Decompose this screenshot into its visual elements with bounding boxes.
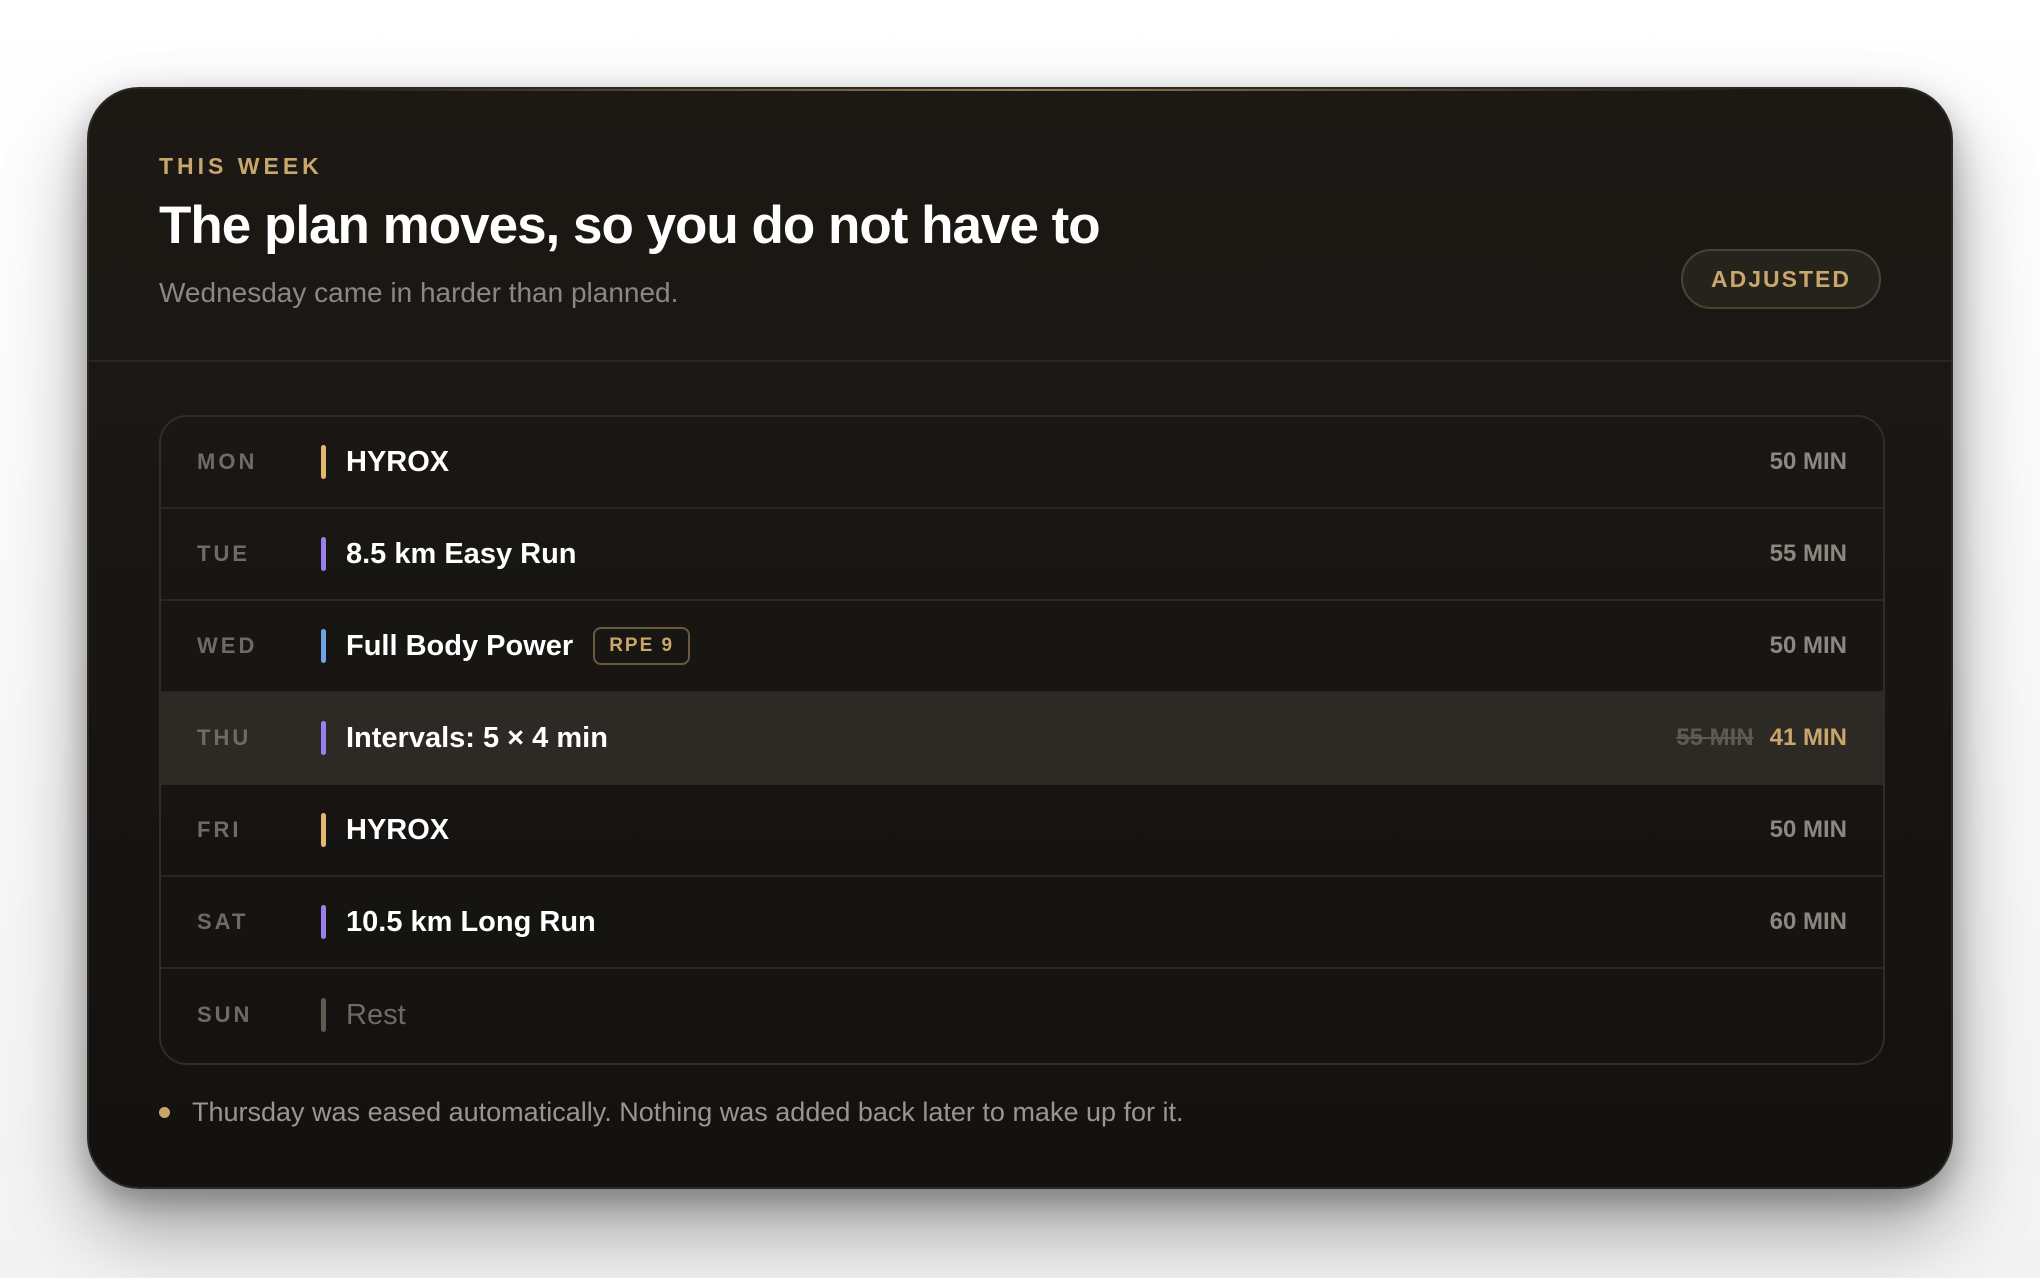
workout-duration: 50 MIN (1769, 632, 1847, 659)
workout-color-bar (321, 537, 326, 571)
schedule-row-mon[interactable]: MON HYROX 50 MIN (161, 417, 1883, 509)
page-subtitle: Wednesday came in harder than planned. (159, 277, 679, 308)
rpe-tag: RPE 9 (593, 627, 691, 665)
original-duration: 55 MIN (1676, 724, 1754, 751)
schedule-row-wed[interactable]: WED Full Body Power RPE 9 50 MIN (161, 601, 1883, 693)
workout-duration: 50 MIN (1769, 816, 1847, 843)
day-label: SAT (197, 909, 249, 934)
schedule-row-thu[interactable]: THU Intervals: 5 × 4 min 55 MIN 41 MIN (161, 693, 1883, 785)
day-label: MON (197, 449, 258, 474)
workout-color-bar (321, 721, 326, 755)
workout-name: 10.5 km Long Run (346, 905, 596, 938)
workout-color-bar (321, 905, 326, 939)
workout-name: HYROX (346, 445, 450, 478)
workout-name: Intervals: 5 × 4 min (346, 721, 608, 754)
schedule-row-tue[interactable]: TUE 8.5 km Easy Run 55 MIN (161, 509, 1883, 601)
workout-color-bar (321, 813, 326, 847)
workout-color-bar (321, 445, 326, 479)
card-header: THIS WEEK The plan moves, so you do not … (89, 89, 1951, 362)
day-label: FRI (197, 817, 242, 842)
week-schedule: MON HYROX 50 MIN TUE 8.5 km Easy Run 55 … (159, 415, 1885, 1065)
workout-name: Full Body Power (346, 629, 574, 662)
page-title: The plan moves, so you do not have to (159, 196, 1101, 255)
bullet-dot-icon (159, 1107, 170, 1118)
adjusted-duration: 41 MIN (1769, 724, 1847, 751)
footnote: Thursday was eased automatically. Nothin… (159, 1097, 1184, 1128)
workout-duration: 55 MIN 41 MIN (1676, 724, 1847, 752)
day-label: WED (197, 633, 258, 658)
schedule-row-fri[interactable]: FRI HYROX 50 MIN (161, 785, 1883, 877)
adjusted-badge: ADJUSTED (1681, 249, 1881, 309)
workout-duration: 50 MIN (1769, 448, 1847, 475)
workout-name: Rest (346, 998, 406, 1031)
workout-color-bar (321, 998, 326, 1032)
footnote-text: Thursday was eased automatically. Nothin… (192, 1097, 1184, 1127)
day-label: THU (197, 725, 252, 750)
day-label: TUE (197, 541, 250, 566)
schedule-row-sun[interactable]: SUN Rest (161, 969, 1883, 1061)
workout-duration: 55 MIN (1769, 540, 1847, 567)
workout-name: HYROX (346, 813, 450, 846)
schedule-row-sat[interactable]: SAT 10.5 km Long Run 60 MIN (161, 877, 1883, 969)
workout-duration: 60 MIN (1769, 908, 1847, 935)
eyebrow-label: THIS WEEK (159, 153, 323, 179)
workout-name: 8.5 km Easy Run (346, 537, 577, 570)
workout-name-with-tag: Full Body Power RPE 9 (346, 627, 691, 665)
workout-color-bar (321, 629, 326, 663)
day-label: SUN (197, 1002, 253, 1027)
weekly-plan-card: THIS WEEK The plan moves, so you do not … (87, 87, 1953, 1189)
